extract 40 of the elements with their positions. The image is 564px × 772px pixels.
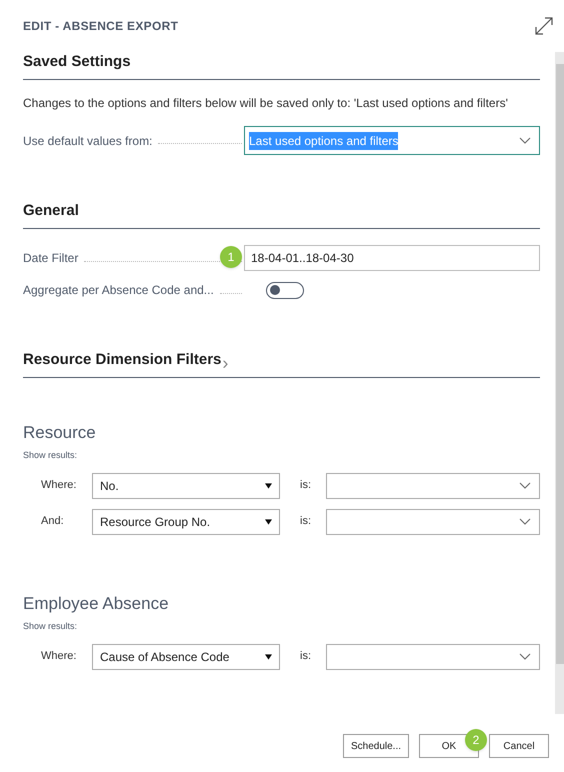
show-results-label: Show results:: [23, 620, 78, 633]
operator-label: is:: [299, 649, 312, 664]
date-field[interactable]: 18-04-01..18-04-30: [244, 245, 540, 271]
dropdown-triangle-icon: [265, 482, 272, 488]
chevron-down-icon: [519, 518, 531, 526]
dropdown-triangle-icon: [265, 518, 272, 524]
chevron-down-icon: [519, 482, 531, 490]
field-label: Use default values from:: [23, 132, 154, 150]
chevron-icon[interactable]: ›: [222, 354, 228, 372]
expand-icon[interactable]: [534, 16, 554, 36]
dropdown-triangle-icon: [265, 654, 272, 660]
field-select[interactable]: No.: [92, 472, 280, 498]
step-callout-overlay: 1: [220, 246, 242, 268]
chevron-down-icon: [519, 652, 531, 660]
operator-label: is:: [299, 514, 312, 530]
show-results-label: Show results:: [23, 449, 78, 462]
field-select[interactable]: Cause of Absence Code: [92, 644, 280, 670]
section-heading: General: [23, 202, 79, 219]
group-title: Resource: [23, 422, 97, 444]
step-callout-overlay: 2: [465, 729, 487, 751]
field-label: Aggregate per Absence Code and...: [23, 282, 215, 299]
window-title: EDIT - ABSENCE EXPORT: [23, 18, 178, 34]
info-text: Changes to the options and filters below will be saved only to: 'Last used options and filters': [23, 95, 509, 112]
value-dropdown[interactable]: [326, 644, 540, 670]
group-title: Employee Absence: [23, 592, 170, 614]
connector-label: And:: [40, 514, 65, 530]
field-select[interactable]: Resource Group No.: [92, 508, 280, 534]
connector-label: Where:: [40, 649, 78, 664]
connector-label: Where:: [40, 478, 78, 494]
section-heading: Resource Dimension Filters: [23, 350, 222, 370]
section-heading: Saved Settings: [23, 53, 131, 70]
toggle-switch[interactable]: [266, 282, 304, 298]
field-label: Date Filter: [23, 250, 80, 267]
value-dropdown[interactable]: [326, 508, 540, 534]
operator-label: is:: [299, 478, 312, 494]
value-dropdown[interactable]: [326, 472, 540, 498]
chevron-down-icon: [519, 136, 531, 144]
dialog-button[interactable]: Schedule...: [343, 734, 409, 758]
dialog-button[interactable]: Cancel: [489, 734, 549, 758]
scrollbar[interactable]: [555, 52, 564, 714]
